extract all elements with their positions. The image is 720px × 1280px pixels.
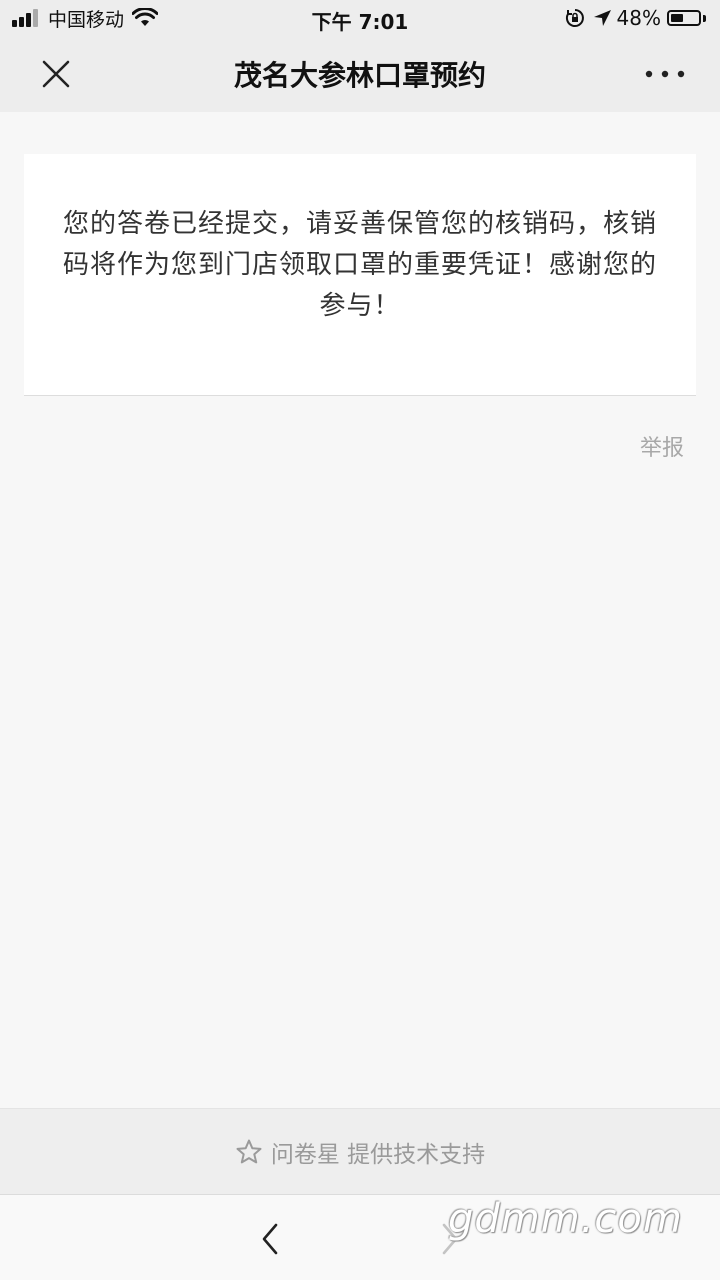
battery-fill bbox=[671, 14, 683, 22]
battery-icon bbox=[667, 10, 701, 26]
back-button[interactable] bbox=[256, 1219, 286, 1259]
content-area: 您的答卷已经提交，请妥善保管您的核销码，核销码将作为您到门店领取口罩的重要凭证！… bbox=[0, 112, 720, 1108]
close-button[interactable] bbox=[36, 58, 76, 90]
battery-percent: 48% bbox=[616, 6, 661, 30]
submission-message: 您的答卷已经提交，请妥善保管您的核销码，核销码将作为您到门店领取口罩的重要凭证！… bbox=[62, 209, 657, 321]
more-icon bbox=[645, 70, 685, 78]
chevron-left-icon bbox=[262, 1223, 278, 1255]
more-button[interactable] bbox=[640, 58, 690, 90]
status-bar: 中国移动 下午 7:01 48% bbox=[0, 0, 720, 36]
nav-bar: 茂名大参林口罩预约 bbox=[0, 36, 720, 112]
battery-tip bbox=[703, 14, 706, 22]
status-right: 48% bbox=[565, 6, 706, 30]
location-icon bbox=[593, 10, 611, 26]
close-icon bbox=[42, 60, 70, 88]
orientation-lock-icon bbox=[565, 9, 584, 27]
watermark: gdmm.com bbox=[448, 1196, 683, 1242]
footer-credit[interactable]: 问卷星 提供技术支持 bbox=[0, 1135, 720, 1169]
footer-text: 问卷星 提供技术支持 bbox=[270, 1142, 486, 1168]
screen: 中国移动 下午 7:01 48% 茂名大参林口罩预约 您的答卷已经提交，请妥善保… bbox=[0, 0, 720, 1280]
page-title: 茂名大参林口罩预约 bbox=[233, 59, 486, 92]
star-icon bbox=[236, 1139, 262, 1164]
footer: 问卷星 提供技术支持 bbox=[0, 1108, 720, 1194]
report-link[interactable]: 举报 bbox=[640, 430, 684, 462]
result-card: 您的答卷已经提交，请妥善保管您的核销码，核销码将作为您到门店领取口罩的重要凭证！… bbox=[24, 154, 696, 396]
